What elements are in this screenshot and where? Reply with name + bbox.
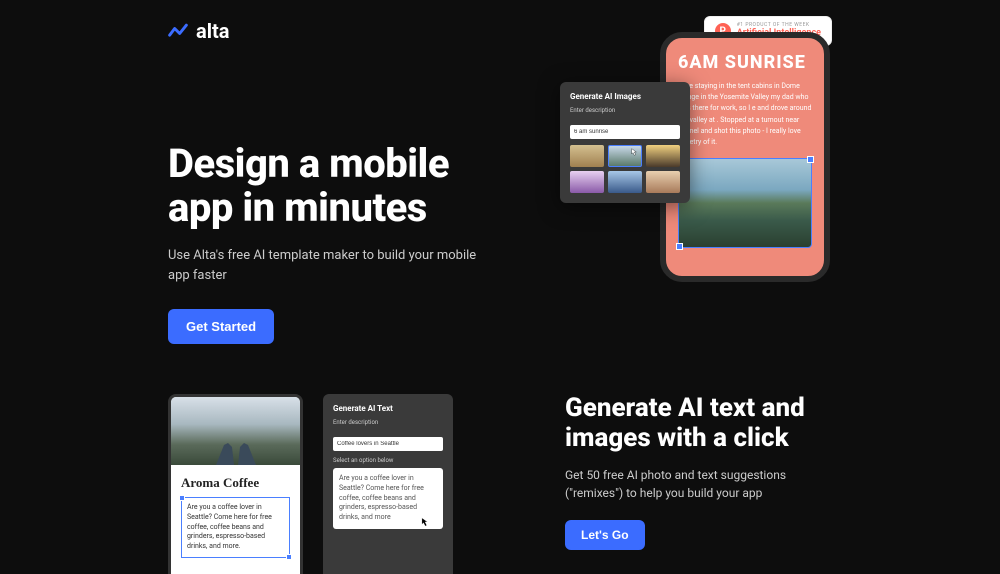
- ai-text-select-label: Select an option below: [333, 457, 443, 464]
- phone-body-text: were staying in the tent cabins in Dome …: [678, 81, 812, 148]
- logo[interactable]: alta: [168, 19, 229, 43]
- ai-thumbnail[interactable]: [646, 171, 680, 193]
- get-started-button[interactable]: Get Started: [168, 309, 274, 344]
- ai-text-panel: Generate AI Text Enter description Selec…: [323, 394, 453, 574]
- cursor-icon: [631, 148, 639, 156]
- ai-text-panel-label: Enter description: [333, 419, 443, 426]
- ai-thumbnail[interactable]: [570, 171, 604, 193]
- phone-coffee-text: Are you a coffee lover in Seattle? Come …: [181, 497, 290, 558]
- ai-images-panel: Generate AI Images Enter description: [560, 82, 690, 203]
- ai-thumbnail[interactable]: [608, 171, 642, 193]
- ai-text-description-input[interactable]: [333, 437, 443, 451]
- ai-panel-title: Generate AI Images: [570, 92, 680, 101]
- phone-title: 6AM SUNRISE: [678, 52, 812, 73]
- ai-text-option[interactable]: Are you a coffee lover in Seattle? Come …: [333, 468, 443, 529]
- ai-thumbnail[interactable]: [570, 145, 604, 167]
- logo-text: alta: [196, 19, 229, 43]
- ai-description-input[interactable]: [570, 125, 680, 139]
- section2-title: Generate AI text and images with a click: [565, 394, 845, 454]
- ai-thumbnail[interactable]: [646, 145, 680, 167]
- ai-text-panel-title: Generate AI Text: [333, 404, 443, 413]
- hero-subtitle: Use Alta's free AI template maker to bui…: [168, 246, 488, 285]
- phone-coffee-image: [171, 397, 300, 465]
- ai-panel-label: Enter description: [570, 107, 680, 114]
- phone-mockup-coffee: Aroma Coffee Are you a coffee lover in S…: [168, 394, 303, 574]
- logo-icon: [168, 23, 188, 39]
- phone-coffee-title: Aroma Coffee: [181, 475, 290, 491]
- lets-go-button[interactable]: Let's Go: [565, 520, 645, 550]
- ai-thumbnail-selected[interactable]: [608, 145, 642, 167]
- hero-title: Design a mobile app in minutes: [168, 142, 488, 230]
- phone-image: [678, 158, 812, 248]
- section2-subtitle: Get 50 free AI photo and text suggestion…: [565, 466, 845, 502]
- cursor-icon: [421, 517, 431, 527]
